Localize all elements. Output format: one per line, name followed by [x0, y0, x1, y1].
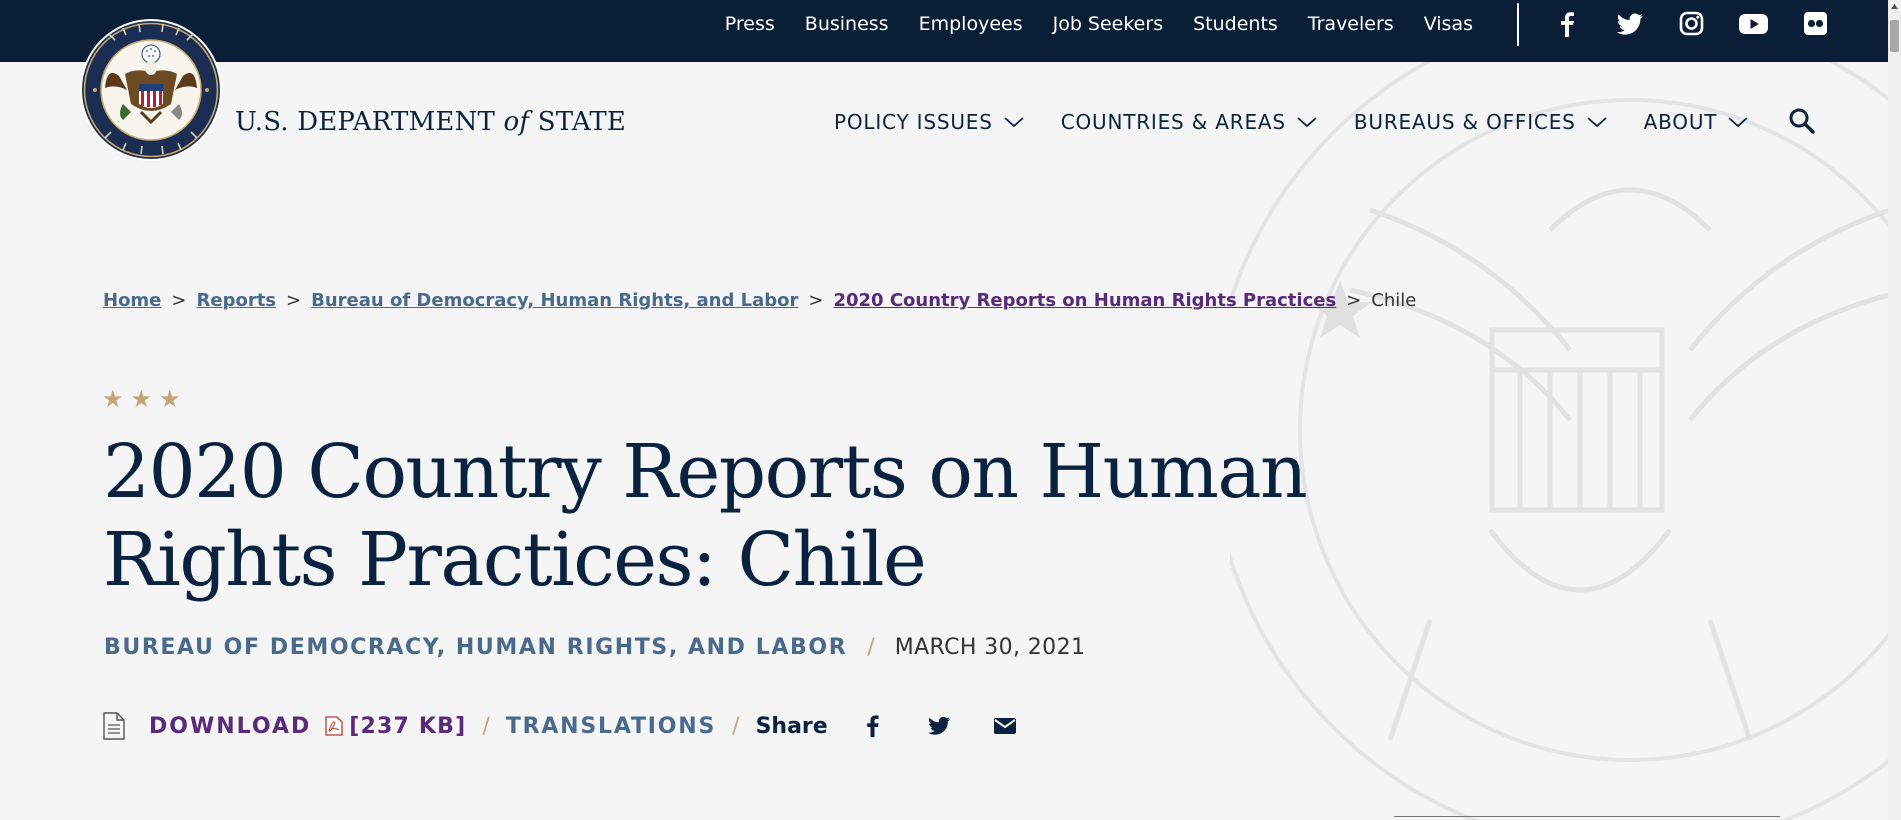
share-twitter-icon[interactable]	[926, 713, 952, 739]
site-title-of: of	[503, 107, 530, 137]
nav-item-label: POLICY ISSUES	[834, 110, 993, 134]
facebook-icon[interactable]	[1550, 8, 1585, 40]
scroll-thumb[interactable]	[1890, 20, 1899, 52]
breadcrumb-current: Chile	[1371, 290, 1417, 311]
action-separator: /	[482, 713, 490, 739]
utility-link-visas[interactable]: Visas	[1424, 13, 1473, 35]
sidebar-top-rule	[1394, 816, 1780, 817]
social-links	[1550, 8, 1833, 40]
publish-date: MARCH 30, 2021	[894, 635, 1086, 660]
breadcrumb-separator: >	[171, 290, 187, 311]
nav-item-policy-issues[interactable]: POLICY ISSUES	[834, 110, 1025, 134]
breadcrumb-reports[interactable]: Reports	[197, 290, 277, 311]
flickr-icon[interactable]	[1798, 8, 1833, 40]
page-title: 2020 Country Reports on Human Rights Pra…	[103, 429, 1308, 603]
department-seal-logo[interactable]	[79, 18, 223, 162]
scroll-up-arrow-icon[interactable]	[1890, 2, 1899, 11]
breadcrumb-separator: >	[1346, 290, 1362, 311]
youtube-icon[interactable]	[1736, 8, 1771, 40]
nav-item-about[interactable]: ABOUT	[1644, 110, 1750, 134]
utility-link-employees[interactable]: Employees	[919, 13, 1023, 35]
share-facebook-icon[interactable]	[860, 713, 886, 739]
chevron-down-icon	[1587, 117, 1607, 128]
share-email-icon[interactable]	[992, 713, 1018, 739]
site-title[interactable]: U.S. DEPARTMENT of STATE	[235, 107, 626, 137]
top-utility-bar: Press Business Employees Job Seekers Stu…	[0, 0, 1888, 62]
translations-button[interactable]: TRANSLATIONS	[506, 714, 716, 739]
decorative-stars: ★★★	[102, 385, 188, 413]
page-scrollbar[interactable]	[1888, 0, 1901, 820]
instagram-icon[interactable]	[1674, 8, 1709, 40]
breadcrumb-separator: >	[808, 290, 824, 311]
nav-item-label: ABOUT	[1643, 110, 1718, 134]
breadcrumb-country-reports[interactable]: 2020 Country Reports on Human Rights Pra…	[833, 290, 1336, 311]
document-icon	[103, 712, 125, 740]
nav-item-countries-areas[interactable]: COUNTRIES & AREAS	[1061, 110, 1318, 134]
file-size: [237 KB]	[349, 713, 467, 739]
breadcrumb: Home > Reports > Bureau of Democracy, Hu…	[103, 290, 1416, 311]
chevron-down-icon	[1297, 117, 1317, 128]
breadcrumb-separator: >	[286, 290, 302, 311]
twitter-icon[interactable]	[1612, 8, 1647, 40]
topbar-divider	[1517, 3, 1519, 46]
chevron-down-icon	[1728, 117, 1748, 128]
utility-link-business[interactable]: Business	[805, 13, 889, 35]
download-button[interactable]: DOWNLOAD	[149, 714, 311, 739]
breadcrumb-bureau[interactable]: Bureau of Democracy, Human Rights, and L…	[311, 290, 798, 311]
nav-item-label: COUNTRIES & AREAS	[1060, 110, 1286, 134]
search-icon[interactable]	[1788, 107, 1816, 135]
main-nav: POLICY ISSUES COUNTRIES & AREAS BUREAUS …	[834, 110, 1785, 134]
pdf-icon	[325, 716, 343, 736]
utility-nav: Press Business Employees Job Seekers Stu…	[725, 0, 1473, 48]
utility-link-students[interactable]: Students	[1193, 13, 1278, 35]
breadcrumb-home[interactable]: Home	[103, 290, 161, 311]
share-label: Share	[755, 713, 828, 739]
article-actions: DOWNLOAD [237 KB] / TRANSLATIONS / Share	[103, 712, 1058, 740]
utility-link-job-seekers[interactable]: Job Seekers	[1053, 13, 1164, 35]
nav-item-bureaus-offices[interactable]: BUREAUS & OFFICES	[1354, 110, 1608, 134]
utility-link-press[interactable]: Press	[725, 13, 775, 35]
site-title-main: U.S. DEPARTMENT	[235, 107, 496, 137]
bureau-link[interactable]: BUREAU OF DEMOCRACY, HUMAN RIGHTS, AND L…	[104, 635, 847, 660]
utility-link-travelers[interactable]: Travelers	[1308, 13, 1394, 35]
site-title-end: STATE	[537, 107, 627, 137]
article-meta: BUREAU OF DEMOCRACY, HUMAN RIGHTS, AND L…	[104, 635, 1085, 660]
nav-item-label: BUREAUS & OFFICES	[1353, 110, 1576, 134]
chevron-down-icon	[1004, 117, 1024, 128]
action-separator: /	[732, 713, 740, 739]
meta-separator: /	[867, 635, 875, 660]
